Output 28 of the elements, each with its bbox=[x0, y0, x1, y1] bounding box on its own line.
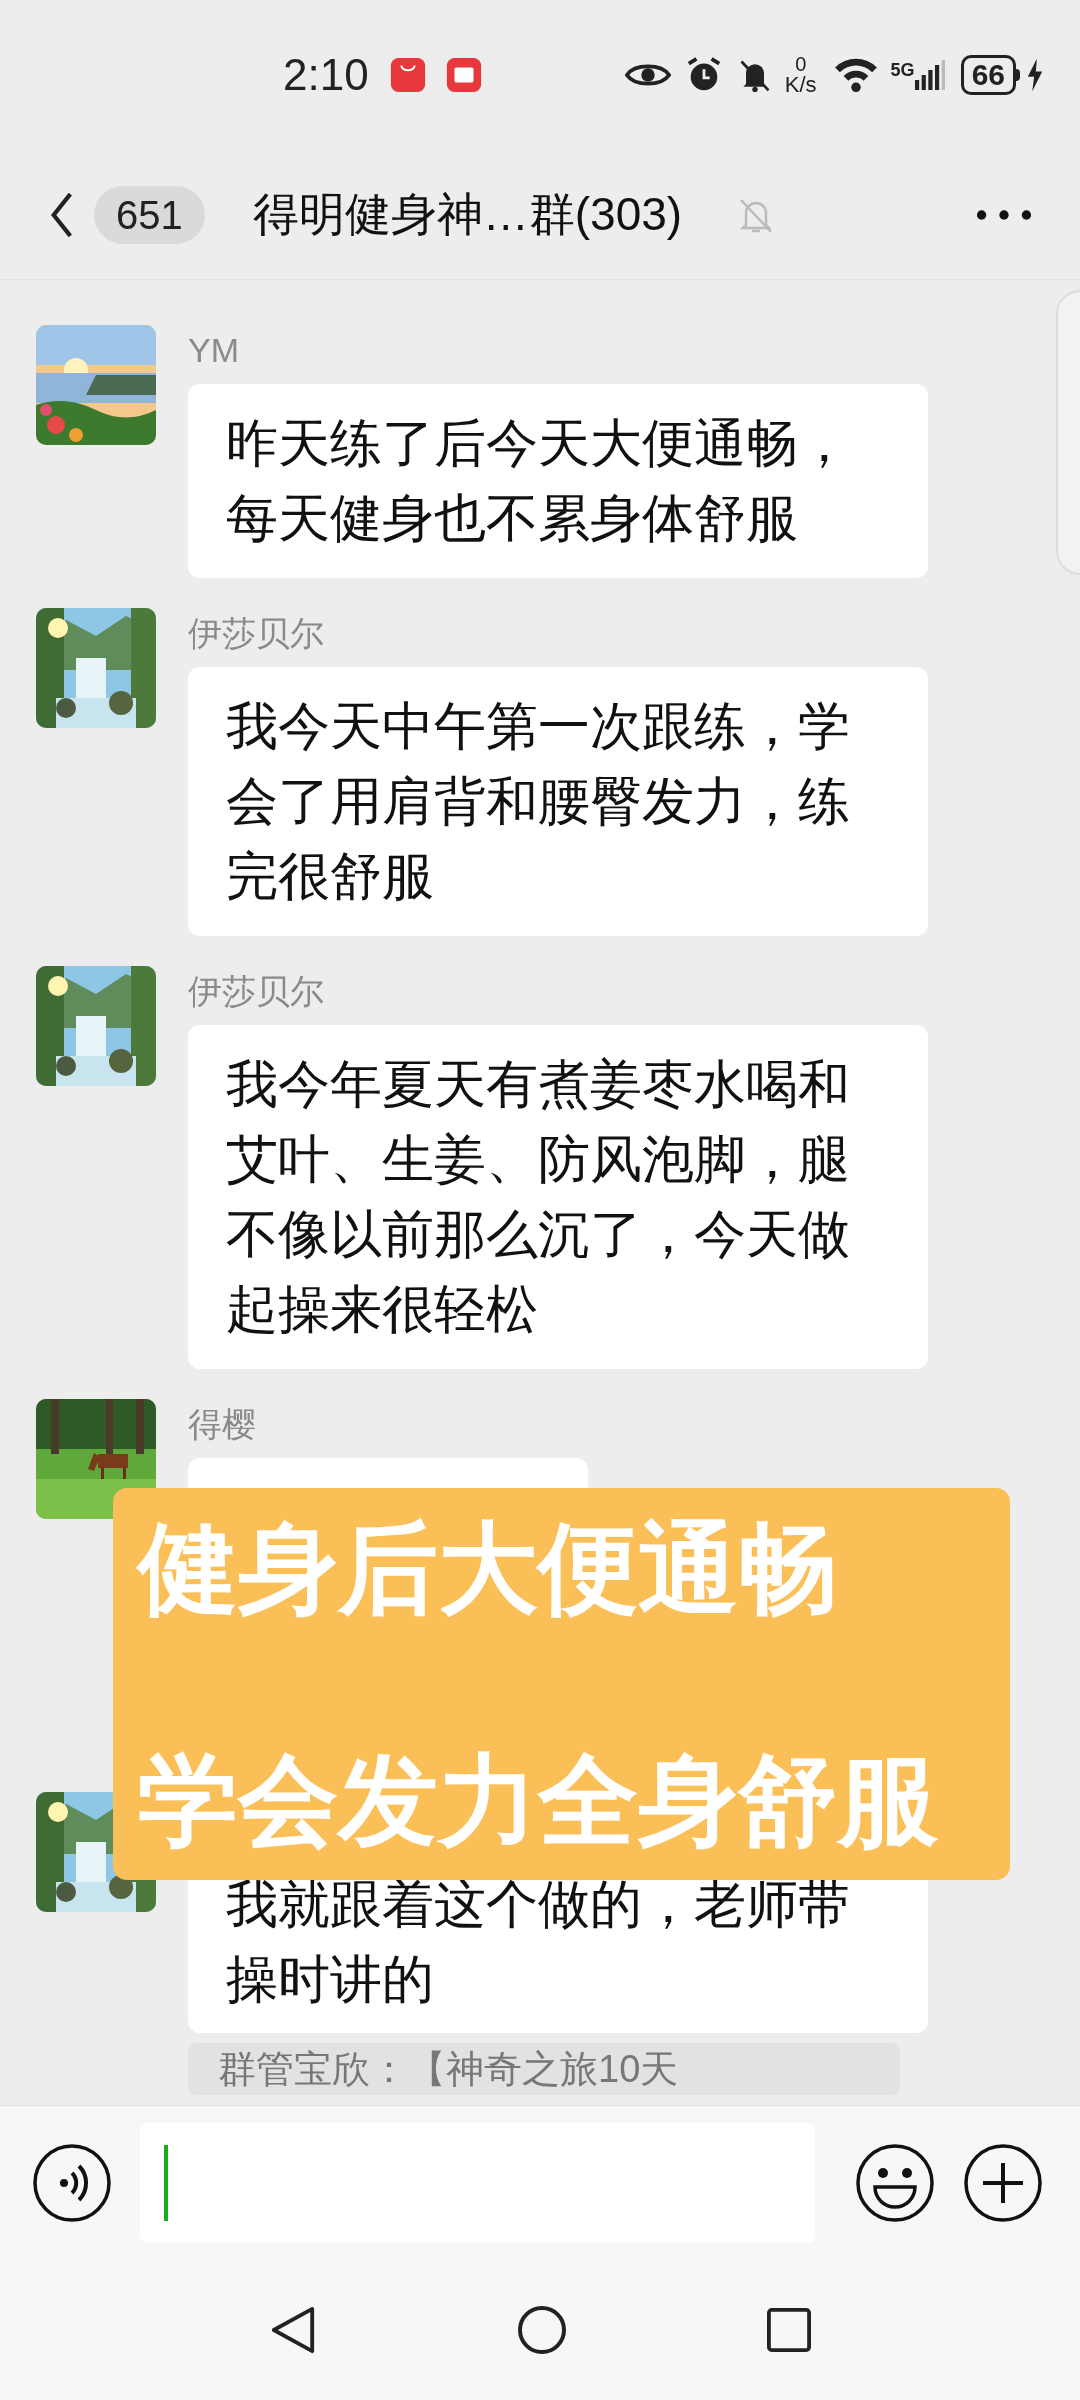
charging-icon bbox=[1026, 58, 1044, 92]
wifi-icon bbox=[832, 56, 879, 94]
speed-value: 0 bbox=[795, 54, 807, 74]
clock-text: 2:10 bbox=[283, 49, 369, 101]
sender-name: 伊莎贝尔 bbox=[188, 971, 324, 1011]
app-store-icon bbox=[388, 56, 427, 94]
home-nav-icon[interactable] bbox=[517, 2305, 567, 2355]
message-bubble: 昨天练了后今天大便通畅，每天健身也不累身体舒服 bbox=[188, 384, 928, 578]
sender-name: 伊莎贝尔 bbox=[188, 613, 324, 653]
back-nav-icon[interactable] bbox=[269, 2305, 317, 2355]
book-app-icon bbox=[444, 56, 483, 94]
more-icon[interactable] bbox=[976, 208, 1032, 221]
add-icon[interactable] bbox=[963, 2143, 1043, 2223]
recent-apps-icon[interactable] bbox=[767, 2308, 811, 2352]
emoji-icon[interactable] bbox=[855, 2143, 935, 2223]
message-bubble: 我今年夏天有煮姜枣水喝和艾叶、生姜、防风泡脚，腿不像以前那么沉了，今天做起操来很轻松 bbox=[188, 1025, 928, 1369]
message-bubble: 我今天中午第一次跟练，学会了用肩背和腰臀发力，练完很舒服 bbox=[188, 667, 928, 936]
network-label: 5G bbox=[890, 59, 915, 82]
signal-icon bbox=[914, 57, 945, 93]
speed-unit: K/s bbox=[784, 74, 817, 96]
message-input-field[interactable] bbox=[140, 2123, 815, 2243]
sender-name: 得樱 bbox=[188, 1404, 256, 1444]
battery-level: 66 bbox=[960, 55, 1016, 95]
unread-count-badge[interactable]: 651 bbox=[94, 185, 205, 244]
quote-box: 群管宝欣：【神奇之旅10天 bbox=[188, 2043, 900, 2095]
sender-name: YM bbox=[188, 330, 239, 370]
voice-icon[interactable] bbox=[32, 2143, 112, 2223]
chat-title: 得明健身神…群(303) bbox=[252, 187, 683, 242]
